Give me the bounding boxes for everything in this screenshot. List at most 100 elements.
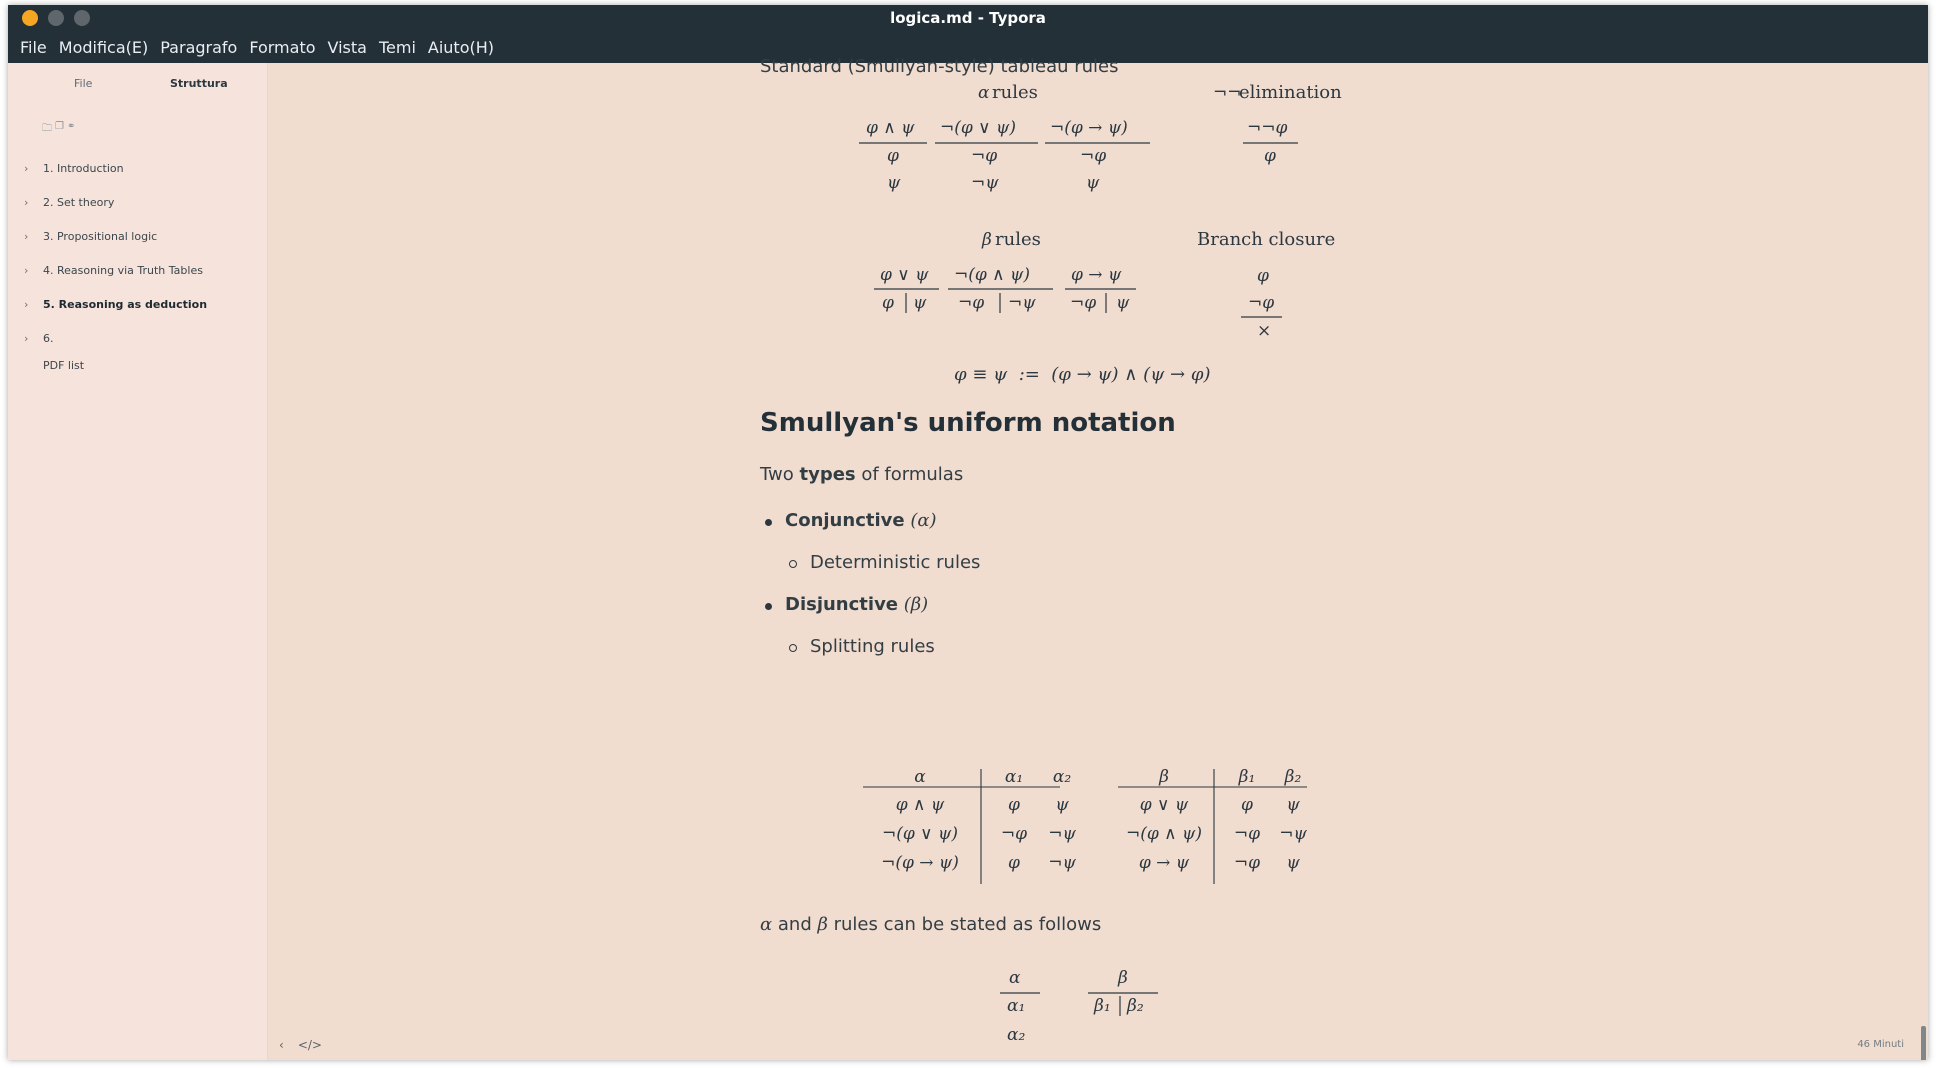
outline-item-label: 4. Reasoning via Truth Tables	[43, 263, 203, 277]
branch-closure-title: Branch closure	[1197, 229, 1335, 250]
svg-text:α: α	[1009, 968, 1021, 988]
chevron-right-icon[interactable]: ›	[24, 264, 28, 277]
menu-help[interactable]: Aiuto(H)	[422, 38, 500, 57]
alpha-symbol: α	[760, 914, 773, 935]
outline-item-reasoning-as-deduction[interactable]: › 5. Reasoning as deduction	[8, 287, 268, 321]
svg-text:¬φ: ¬φ	[958, 293, 984, 313]
svg-text:¬ψ: ¬ψ	[971, 173, 999, 193]
beta-table-header-0: β	[1158, 767, 1169, 787]
beta-table-cell: φ → ψ	[1139, 853, 1190, 873]
chevron-right-icon[interactable]: ›	[24, 298, 28, 311]
tab-files[interactable]: File	[74, 77, 92, 90]
alpha-table-cell: φ ∧ ψ	[896, 795, 945, 815]
bullet-icon	[765, 603, 772, 610]
outline-item-truth-tables[interactable]: › 4. Reasoning via Truth Tables	[8, 253, 268, 287]
outline-item-introduction[interactable]: › 1. Introduction	[8, 151, 268, 185]
beta-table-cell: φ ∨ ψ	[1140, 795, 1189, 815]
svg-text:ψ: ψ	[1086, 173, 1100, 193]
svg-text:¬(φ ∧ ψ): ¬(φ ∧ ψ)	[954, 265, 1030, 285]
paragraph-text: of formulas	[855, 464, 964, 485]
menu-paragraph[interactable]: Paragrafo	[154, 38, 243, 57]
menu-file[interactable]: File	[14, 38, 53, 57]
beta-table-cell: φ	[1241, 795, 1253, 815]
svg-text:×: ×	[1257, 321, 1271, 341]
svg-text:φ: φ	[1257, 266, 1269, 286]
outline-item-propositional-logic[interactable]: › 3. Propositional logic	[8, 219, 268, 253]
alpha-table-header-0: α	[914, 767, 926, 787]
chevron-right-icon[interactable]: ›	[24, 332, 28, 345]
alpha-table-cell: φ	[1008, 853, 1020, 873]
list-item-conjunctive: Conjunctive (α)	[785, 510, 937, 531]
toggle-sidebar-icon[interactable]: ‹	[279, 1038, 284, 1052]
tab-outline[interactable]: Struttura	[170, 77, 228, 90]
copy-icon[interactable]: ❐	[55, 121, 64, 138]
outline-item-6[interactable]: › 6.	[8, 321, 268, 355]
outline-item-set-theory[interactable]: › 2. Set theory	[8, 185, 268, 219]
alpha-table-cell: ¬ψ	[1048, 824, 1076, 844]
svg-text:¬(φ → ψ): ¬(φ → ψ)	[1050, 118, 1128, 138]
list-item-symbol: (α)	[910, 510, 937, 531]
beta-rules-title: rules	[995, 229, 1041, 250]
word-count[interactable]: 46 Minuti	[1857, 1039, 1904, 1050]
svg-text:φ ∧ ψ: φ ∧ ψ	[866, 118, 915, 138]
alpha-table-cell: ¬φ	[1001, 824, 1027, 844]
svg-text:φ: φ	[882, 293, 894, 313]
paragraph-alpha-beta-rules: α and β rules can be stated as follows	[760, 914, 1102, 935]
chevron-right-icon[interactable]: ›	[24, 162, 28, 175]
menu-view[interactable]: Vista	[322, 38, 373, 57]
list-item-disjunctive: Disjunctive (β)	[785, 594, 928, 615]
beta-table-header-1: β₁	[1238, 767, 1256, 787]
paragraph-bold: types	[799, 464, 856, 485]
alpha-table-header-1: α₁	[1005, 767, 1023, 787]
menu-format[interactable]: Formato	[243, 38, 321, 57]
paragraph-text: Two	[760, 464, 800, 485]
uniform-notation-tables: α α₁ α₂ φ ∧ ψ φ ψ ¬(φ ∨ ψ) ¬φ ¬ψ ¬(φ → ψ…	[760, 763, 1460, 897]
alpha-table-header-2: α₂	[1053, 767, 1071, 787]
svg-text:¬φ: ¬φ	[971, 146, 997, 166]
paragraph-text: rules can be stated as follows	[833, 914, 1102, 935]
typora-window: logica.md - Typora File Modifica(E) Para…	[8, 5, 1928, 1060]
list-item-symbol: (β)	[903, 594, 929, 615]
sidebar-tabs: File Struttura	[8, 77, 268, 97]
uniform-tables-svg: α α₁ α₂ φ ∧ ψ φ ψ ¬(φ ∨ ψ) ¬φ ¬ψ ¬(φ → ψ…	[863, 767, 1307, 884]
svg-text:¬φ: ¬φ	[1070, 293, 1096, 313]
alpha-table-cell: ¬ψ	[1048, 853, 1076, 873]
outline-list: › 1. Introduction › 2. Set theory › 3. P…	[8, 151, 268, 355]
sub-bullet-icon	[789, 644, 797, 652]
link-icon[interactable]: ⚭	[67, 121, 75, 138]
source-code-mode-icon[interactable]: </>	[298, 1038, 322, 1052]
svg-text:β: β	[1117, 968, 1128, 988]
alpha-symbol: α	[978, 83, 990, 103]
svg-text:¬(φ ∨ ψ): ¬(φ ∨ ψ)	[940, 118, 1016, 138]
beta-symbol: β	[817, 914, 828, 935]
svg-text:φ: φ	[1264, 146, 1276, 166]
list-item-label: Conjunctive	[785, 510, 905, 531]
alpha-rules-title: rules	[992, 82, 1038, 103]
beta-table-header-2: β₂	[1284, 767, 1302, 787]
svg-text:φ ∨ ψ: φ ∨ ψ	[880, 265, 929, 285]
svg-text:α₁: α₁	[1007, 996, 1025, 1016]
list-item-deterministic: Deterministic rules	[810, 552, 981, 573]
title-bar: logica.md - Typora	[8, 5, 1928, 31]
folder-icon[interactable]: 🗀	[42, 121, 52, 138]
beta-table-cell: ¬φ	[1234, 853, 1260, 873]
paragraph-two-types: Two types of formulas	[760, 464, 963, 485]
beta-table-cell: ¬(φ ∧ ψ)	[1126, 824, 1202, 844]
alpha-table-cell: ψ	[1055, 795, 1069, 815]
svg-text:φ → ψ: φ → ψ	[1071, 265, 1122, 285]
beta-table-cell: ¬φ	[1234, 824, 1260, 844]
outline-item-label: 3. Propositional logic	[43, 229, 158, 243]
chevron-right-icon[interactable]: ›	[24, 230, 28, 243]
menu-edit[interactable]: Modifica(E)	[53, 38, 154, 57]
section-heading: Smullyan's uniform notation	[760, 408, 1176, 438]
chevron-right-icon[interactable]: ›	[24, 196, 28, 209]
outline-item-label: 2. Set theory	[43, 195, 115, 209]
editor-area[interactable]: Standard (Smullyan-style) tableau rules …	[269, 56, 1928, 1060]
window-title: logica.md - Typora	[890, 9, 1046, 27]
outline-item-pdf-list[interactable]: PDF list	[43, 359, 84, 372]
tableau-rules-svg: α rules ¬¬ elimination φ ∧ ψ φ ψ ¬(φ ∨ ψ…	[859, 82, 1342, 385]
menu-themes[interactable]: Temi	[373, 38, 422, 57]
beta-table-cell: ¬ψ	[1279, 824, 1307, 844]
beta-symbol: β	[981, 230, 992, 250]
sidebar: File Struttura 🗀 ❐ ⚭ › 1. Introduction ›…	[8, 63, 268, 1060]
